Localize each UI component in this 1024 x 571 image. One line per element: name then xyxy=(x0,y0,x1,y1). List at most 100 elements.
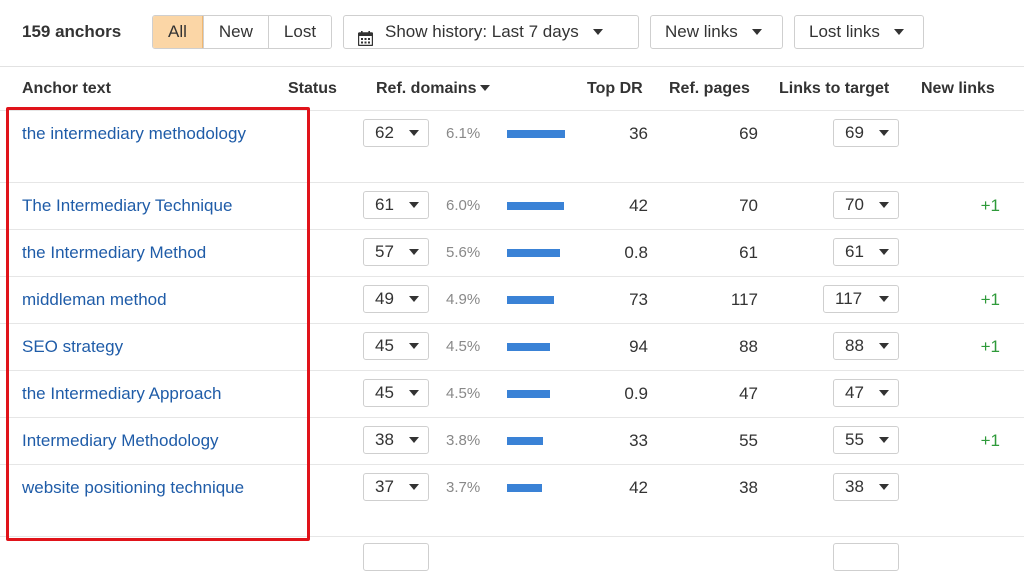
ref-pages-value: 70 xyxy=(739,196,758,215)
ref-pages-value: 69 xyxy=(739,124,758,143)
ref-domains-dropdown[interactable]: 62 xyxy=(363,119,429,147)
links-to-target-dropdown[interactable]: 70 xyxy=(833,191,899,219)
ref-domains-value: 57 xyxy=(375,242,394,261)
filter-toolbar: 159 anchors All New Lost Show history: L… xyxy=(0,0,1024,67)
ref-domains-value: 49 xyxy=(375,289,394,308)
ref-domains-dropdown[interactable]: 45 xyxy=(363,332,429,360)
links-to-target-value: 88 xyxy=(845,336,864,355)
caret-down-icon xyxy=(409,249,419,255)
caret-down-icon xyxy=(409,130,419,136)
col-header-anchor-text[interactable]: Anchor text xyxy=(22,80,111,98)
top-dr-value: 73 xyxy=(629,290,648,309)
caret-down-icon xyxy=(879,343,889,349)
ref-domains-percent: 4.5% xyxy=(446,338,481,355)
links-to-target-value: 117 xyxy=(835,289,863,308)
ref-domains-bar xyxy=(507,484,542,492)
ref-domains-bar xyxy=(507,390,550,398)
ref-domains-dropdown[interactable]: 38 xyxy=(363,426,429,454)
links-to-target-dropdown[interactable]: 69 xyxy=(833,119,899,147)
caret-down-icon xyxy=(879,296,889,302)
ref-domains-dropdown[interactable]: 49 xyxy=(363,285,429,313)
links-to-target-dropdown[interactable] xyxy=(833,543,899,571)
ref-pages-value: 117 xyxy=(730,290,758,309)
links-to-target-dropdown[interactable]: 47 xyxy=(833,379,899,407)
top-dr-value: 0.8 xyxy=(624,243,648,262)
top-dr-value: 36 xyxy=(629,124,648,143)
ref-domains-bar xyxy=(507,249,560,257)
ref-domains-dropdown[interactable] xyxy=(363,543,429,571)
new-links-dropdown[interactable]: New links xyxy=(650,15,783,49)
col-header-top-dr[interactable]: Top DR xyxy=(587,80,643,98)
segment-lost-button[interactable]: Lost xyxy=(267,16,332,48)
links-to-target-value: 47 xyxy=(845,383,864,402)
ref-domains-dropdown[interactable]: 45 xyxy=(363,379,429,407)
col-header-ref-domains-label: Ref. domains xyxy=(376,80,477,97)
segment-all-button[interactable]: All xyxy=(153,16,203,48)
ref-domains-percent: 6.0% xyxy=(446,197,481,214)
caret-down-icon xyxy=(879,390,889,396)
col-header-ref-pages[interactable]: Ref. pages xyxy=(669,80,750,98)
lost-links-dropdown-label: Lost links xyxy=(809,22,880,41)
anchors-count: 159 anchors xyxy=(22,22,122,41)
ref-pages-value: 55 xyxy=(739,431,758,450)
ref-domains-dropdown[interactable]: 37 xyxy=(363,473,429,501)
segment-new-button[interactable]: New xyxy=(202,16,268,48)
top-dr-value: 94 xyxy=(629,337,648,356)
links-to-target-value: 55 xyxy=(845,430,864,449)
new-links-value: +1 xyxy=(980,196,1000,215)
links-to-target-value: 70 xyxy=(845,195,864,214)
ref-domains-percent: 6.1% xyxy=(446,125,481,142)
caret-down-icon xyxy=(409,484,419,490)
ref-domains-value: 45 xyxy=(375,383,394,402)
links-to-target-dropdown[interactable]: 38 xyxy=(833,473,899,501)
ref-domains-dropdown[interactable]: 57 xyxy=(363,238,429,266)
links-to-target-dropdown[interactable]: 88 xyxy=(833,332,899,360)
ref-domains-value: 38 xyxy=(375,430,394,449)
segment-filter: All New Lost xyxy=(152,15,333,49)
sort-desc-icon xyxy=(480,84,491,91)
top-dr-value: 33 xyxy=(629,431,648,450)
ref-pages-value: 47 xyxy=(739,384,758,403)
ref-domains-percent: 3.7% xyxy=(446,479,481,496)
caret-down-icon xyxy=(592,29,603,35)
col-header-links-to-target[interactable]: Links to target xyxy=(779,80,889,98)
top-dr-value: 42 xyxy=(629,196,648,215)
caret-down-icon xyxy=(879,484,889,490)
col-header-ref-domains[interactable]: Ref. domains xyxy=(376,80,491,98)
caret-down-icon xyxy=(409,296,419,302)
ref-domains-value: 62 xyxy=(375,123,394,142)
ref-pages-value: 38 xyxy=(739,478,758,497)
caret-down-icon xyxy=(409,390,419,396)
ref-domains-bar xyxy=(507,130,565,138)
ref-pages-value: 61 xyxy=(739,243,758,262)
col-header-new-links[interactable]: New links xyxy=(921,80,995,98)
caret-down-icon xyxy=(879,130,889,136)
ref-domains-value: 45 xyxy=(375,336,394,355)
caret-down-icon xyxy=(879,437,889,443)
links-to-target-dropdown[interactable]: 55 xyxy=(833,426,899,454)
history-dropdown-label: Show history: Last 7 days xyxy=(385,22,579,41)
col-header-status[interactable]: Status xyxy=(288,80,337,98)
caret-down-icon xyxy=(409,437,419,443)
new-links-value: +1 xyxy=(980,290,1000,309)
links-to-target-value: 61 xyxy=(845,242,864,261)
links-to-target-value: 69 xyxy=(845,123,864,142)
ref-domains-dropdown[interactable]: 61 xyxy=(363,191,429,219)
new-links-dropdown-label: New links xyxy=(665,22,738,41)
caret-down-icon xyxy=(879,249,889,255)
new-links-value: +1 xyxy=(980,337,1000,356)
links-to-target-value: 38 xyxy=(845,477,864,496)
caret-down-icon xyxy=(751,29,762,35)
ref-domains-bar xyxy=(507,343,550,351)
ref-domains-bar xyxy=(507,437,543,445)
caret-down-icon xyxy=(409,343,419,349)
lost-links-dropdown[interactable]: Lost links xyxy=(794,15,924,49)
new-links-value: +1 xyxy=(980,431,1000,450)
links-to-target-dropdown[interactable]: 117 xyxy=(823,285,899,313)
ref-domains-percent: 4.9% xyxy=(446,291,481,308)
ref-domains-value: 61 xyxy=(375,195,394,214)
highlight-box xyxy=(6,107,310,541)
ref-domains-bar xyxy=(507,296,554,304)
links-to-target-dropdown[interactable]: 61 xyxy=(833,238,899,266)
history-dropdown[interactable]: Show history: Last 7 days xyxy=(343,15,639,49)
